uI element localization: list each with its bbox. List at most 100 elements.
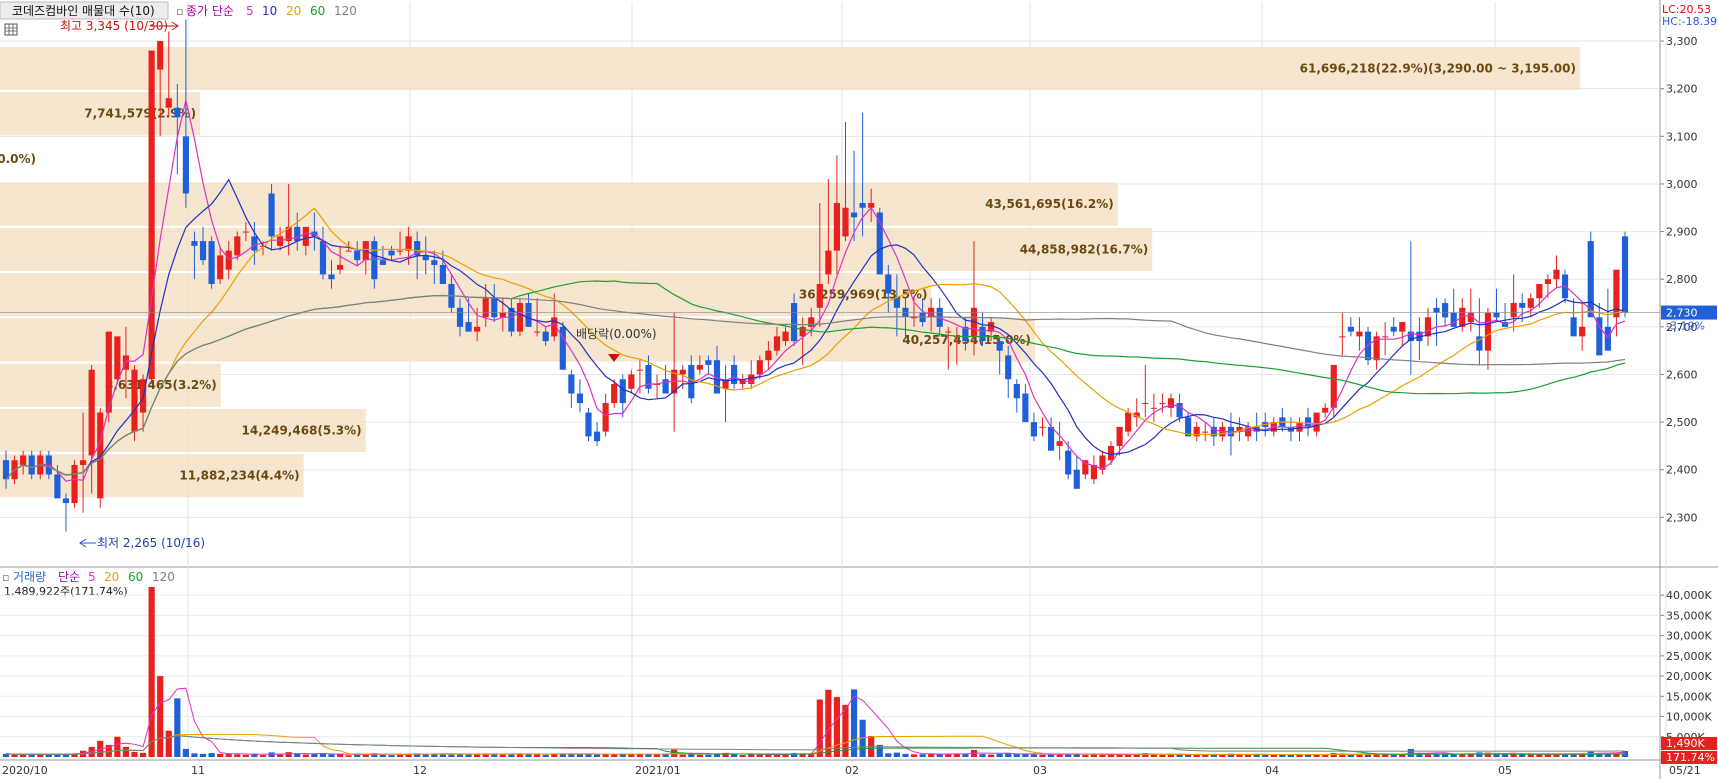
candle-body: [302, 226, 309, 246]
candle-body: [88, 369, 95, 456]
candle-body: [1005, 355, 1012, 380]
volume-bar: [808, 754, 815, 757]
volume-bar: [1167, 754, 1175, 757]
candle-body: [465, 322, 472, 332]
candle-body: [1424, 317, 1432, 337]
volume-bar: [705, 754, 712, 757]
volume-bar: [285, 752, 292, 757]
x-tick-label: 05: [1498, 764, 1512, 777]
volume-bar: [1544, 754, 1551, 757]
volume-bar: [388, 755, 395, 757]
y-tick-label: 2,500: [1666, 416, 1698, 429]
volume-profile-label: 61,696,218(22.9%)(3,290.00 ~ 3,195.00): [1300, 61, 1576, 75]
volume-profile-label: 14,249,468(5.3%): [242, 423, 362, 437]
candle-body: [45, 455, 52, 475]
candle-body: [542, 331, 549, 342]
ma-legend-10: 10: [262, 4, 277, 18]
candle-body: [1013, 384, 1020, 399]
ma-legend-120: 120: [334, 4, 357, 18]
candle-body: [148, 50, 155, 380]
candle-body: [97, 412, 104, 499]
volume-bar: [148, 587, 155, 757]
candle-body: [825, 250, 832, 275]
candle-body: [182, 136, 189, 194]
candle-body: [456, 307, 464, 327]
volume-bar: [842, 704, 849, 757]
last-pct-label: 171.74%: [1666, 751, 1715, 764]
candle-body: [1390, 326, 1397, 332]
candle-body: [593, 431, 601, 442]
volume-bar: [919, 754, 926, 757]
volume-bar: [1390, 754, 1397, 757]
volume-bar: [628, 754, 635, 757]
candle-body: [945, 331, 952, 333]
candle-body: [1604, 326, 1611, 351]
candle-body: [705, 360, 712, 365]
candle-body: [431, 260, 438, 265]
candle-body: [336, 264, 344, 270]
candle-body: [1322, 407, 1329, 413]
x-tick-label: 02: [845, 764, 859, 777]
volume-bar: [328, 754, 335, 757]
candle-body: [482, 298, 489, 318]
candle-body: [405, 236, 412, 251]
last-volume-label: 1,490K: [1666, 737, 1705, 750]
candle-body: [1082, 460, 1089, 475]
candle-body: [1510, 303, 1517, 318]
volume-bar: [277, 754, 284, 757]
candle-body: [54, 474, 61, 499]
chart-background: [0, 0, 1718, 779]
volume-bar: [782, 754, 789, 757]
volume-bar: [182, 748, 189, 757]
volume-title: 거래량: [13, 570, 46, 584]
low-annotation: 최저 2,265 (10/16): [97, 536, 205, 550]
candle-body: [1519, 303, 1526, 308]
candle-body: [850, 212, 858, 218]
volume-info: 1,489,922주(171.74%): [4, 585, 128, 598]
candle-body: [1399, 322, 1406, 332]
candle-body: [636, 369, 643, 371]
volume-bar: [225, 753, 232, 757]
x-tick-label: 05/21: [1669, 764, 1701, 777]
volume-bar: [122, 746, 130, 757]
candle-body: [1039, 426, 1046, 428]
volume-bar: [1536, 754, 1543, 757]
candle-body: [679, 369, 686, 375]
candle-body: [833, 203, 840, 251]
volume-y-tick-label: 15,000K: [1666, 690, 1712, 703]
candle-body: [525, 303, 532, 327]
candle-body: [1364, 331, 1372, 361]
candle-body: [491, 298, 498, 318]
candle-body: [294, 226, 301, 242]
candle-body: [217, 255, 224, 280]
volume-bar: [593, 754, 601, 757]
y-tick-label: 3,200: [1666, 83, 1698, 96]
candle-body: [619, 379, 626, 404]
x-tick-label: 2020/10: [2, 764, 48, 777]
y-tick-label: 3,000: [1666, 178, 1698, 191]
y-tick-label: 2,300: [1666, 511, 1698, 524]
volume-bar: [1527, 754, 1534, 757]
candle-body: [474, 326, 481, 332]
candle-body: [199, 241, 207, 261]
y-tick-label: 2,800: [1666, 273, 1698, 286]
volume-bar: [396, 754, 404, 757]
candle-body: [611, 384, 618, 404]
volume-profile-bar: [0, 227, 1153, 272]
volume-bar: [611, 754, 618, 757]
volume-bar: [739, 755, 746, 757]
candle-body: [1116, 426, 1123, 446]
candle-body: [1553, 269, 1560, 280]
candle-body: [1142, 403, 1149, 405]
candle-body: [585, 412, 592, 437]
volume-bar: [354, 754, 361, 757]
y-tick-label: 3,300: [1666, 35, 1698, 48]
candle-body: [859, 203, 866, 208]
volume-y-tick-label: 20,000K: [1666, 670, 1712, 683]
volume-bar: [1150, 754, 1157, 757]
candle-body: [602, 403, 609, 432]
volume-bar: [191, 753, 198, 757]
candle-body: [996, 341, 1003, 351]
volume-bar: [465, 754, 472, 757]
candle-body: [1150, 407, 1157, 409]
